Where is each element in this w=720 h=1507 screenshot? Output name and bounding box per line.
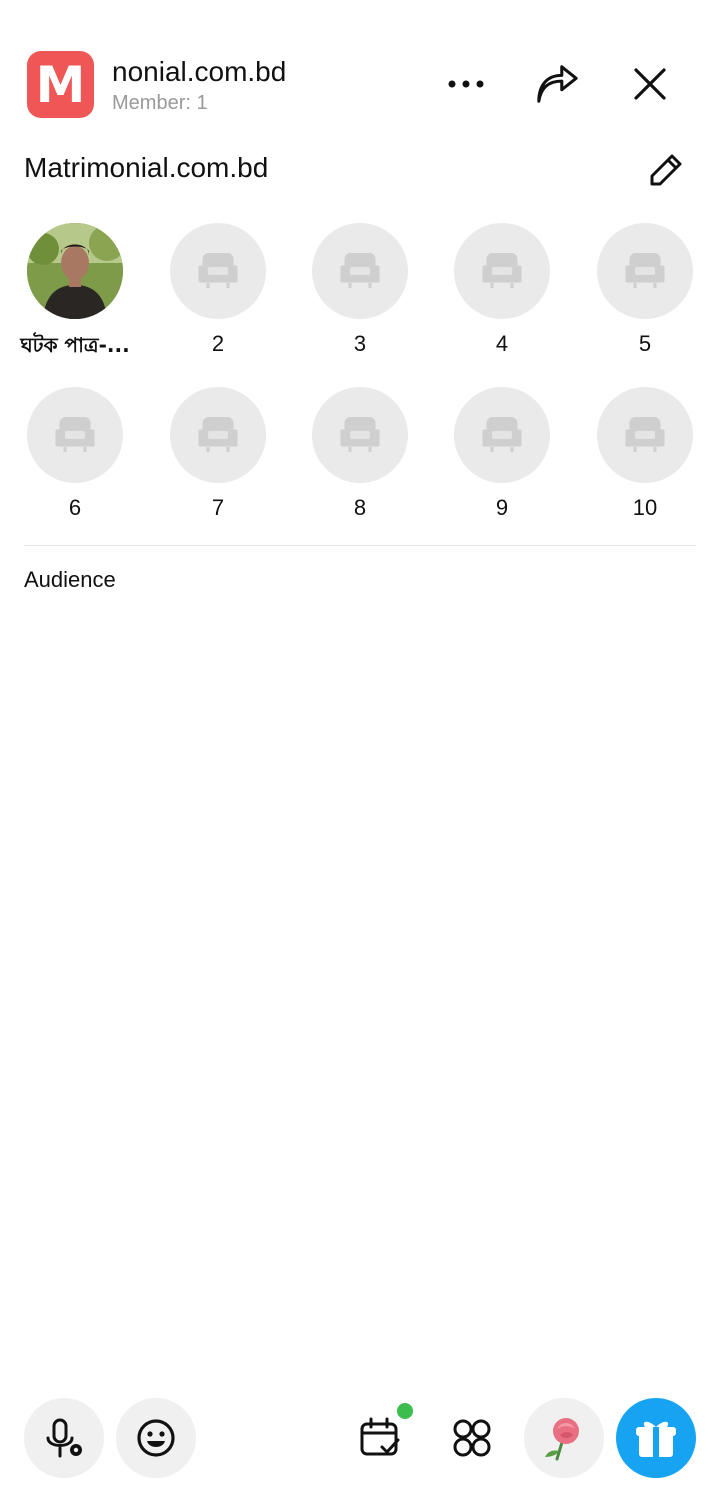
gift-icon [636, 1421, 676, 1457]
seat-10[interactable]: 10 [580, 384, 710, 534]
seat-icon [625, 417, 665, 452]
seat-icon [55, 417, 95, 452]
seat-7[interactable]: 7 [153, 384, 283, 534]
calendar-check-icon [360, 1417, 400, 1456]
notification-dot [397, 1403, 413, 1419]
seat-label: 8 [353, 495, 367, 520]
empty-seat[interactable] [170, 387, 266, 483]
share-icon [537, 65, 578, 103]
more-icon [448, 80, 484, 88]
apps-button[interactable] [442, 1408, 502, 1468]
apps-icon [453, 1419, 491, 1457]
seat-label: 2 [211, 331, 225, 356]
empty-seat[interactable] [454, 223, 550, 319]
seat-icon [198, 253, 238, 288]
room-header: M nonial.com.bd Member: 1 [0, 0, 720, 140]
empty-seat[interactable] [597, 223, 693, 319]
share-button[interactable] [535, 62, 579, 106]
divider [24, 545, 696, 546]
emoji-button[interactable] [116, 1398, 196, 1478]
seat-label: 6 [68, 495, 82, 520]
empty-seat[interactable] [597, 387, 693, 483]
seat-3[interactable]: 3 [295, 220, 425, 370]
emoji-icon [137, 1419, 175, 1457]
seat-1[interactable]: ঘটক পাত্র-... [10, 220, 140, 370]
seat-icon [625, 253, 665, 288]
host-photo [27, 223, 123, 319]
seat-label: 4 [495, 331, 509, 356]
empty-seat[interactable] [170, 223, 266, 319]
empty-seat[interactable] [454, 387, 550, 483]
mic-settings-button[interactable] [24, 1398, 104, 1478]
seat-icon [340, 253, 380, 288]
rose-gift-button[interactable] [524, 1398, 604, 1478]
mic-settings-icon [46, 1418, 82, 1458]
member-count[interactable]: Member: 1 [112, 92, 208, 115]
seat-label: 9 [495, 495, 509, 520]
room-logo-letter: M [35, 55, 86, 114]
seat-icon [482, 253, 522, 288]
close-button[interactable] [628, 62, 672, 106]
seat-6[interactable]: 6 [10, 384, 140, 534]
bottom-toolbar [0, 1395, 720, 1485]
seat-5[interactable]: 5 [580, 220, 710, 370]
seat-icon [198, 417, 238, 452]
host-avatar[interactable] [27, 223, 123, 319]
seat-4[interactable]: 4 [437, 220, 567, 370]
seat-label: 5 [638, 331, 652, 356]
empty-seat[interactable] [312, 387, 408, 483]
rose-icon [545, 1418, 579, 1461]
edit-icon [650, 154, 682, 186]
seat-9[interactable]: 9 [437, 384, 567, 534]
seat-label: 10 [632, 495, 658, 520]
audience-heading: Audience [24, 567, 116, 592]
seat-label: ঘটক পাত্র-... [20, 333, 130, 357]
seat-icon [482, 417, 522, 452]
empty-seat[interactable] [27, 387, 123, 483]
seat-2[interactable]: 2 [153, 220, 283, 370]
seat-8[interactable]: 8 [295, 384, 425, 534]
edit-title-button[interactable] [644, 148, 688, 192]
empty-seat[interactable] [312, 223, 408, 319]
seat-icon [340, 417, 380, 452]
more-button[interactable] [444, 62, 488, 106]
close-icon [634, 68, 666, 100]
room-logo[interactable]: M [27, 51, 94, 118]
room-title: Matrimonial.com.bd [24, 152, 269, 183]
seat-label: 3 [353, 331, 367, 356]
seat-label: 7 [211, 495, 225, 520]
room-title-row: Matrimonial.com.bd [0, 140, 720, 200]
gift-button[interactable] [616, 1398, 696, 1478]
room-name: nonial.com.bd [112, 56, 287, 87]
